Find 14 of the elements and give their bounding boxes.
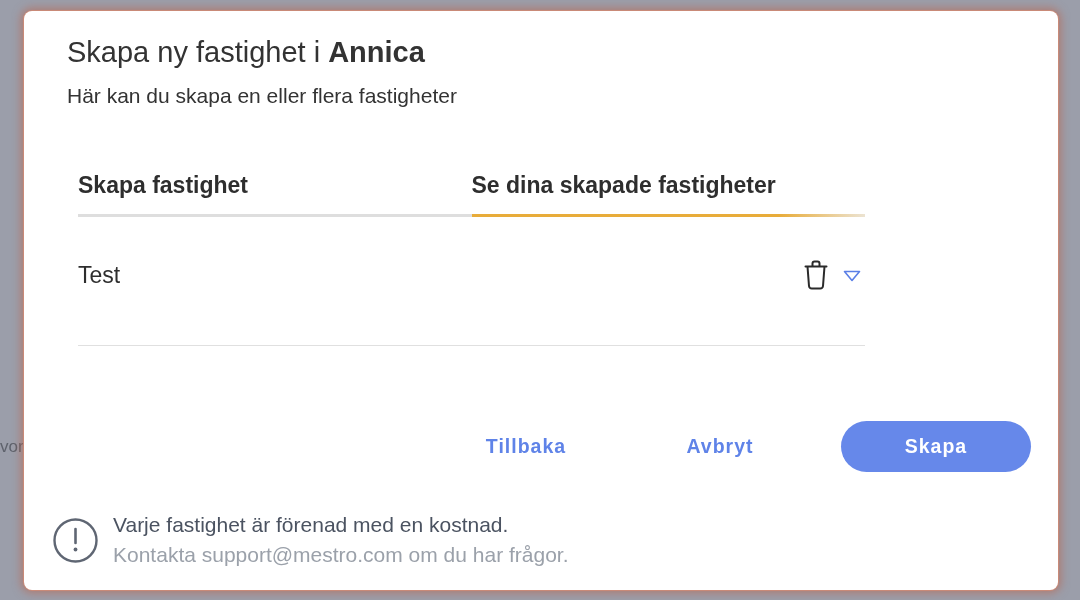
text-button[interactable]: Tillbaka — [429, 421, 623, 472]
text-button[interactable]: Avbryt — [623, 421, 817, 472]
notice-contact: Kontakta support@mestro.com om du har frågor. — [113, 542, 569, 568]
property-name: Test — [78, 261, 121, 290]
create-button[interactable]: Skapa — [841, 421, 1031, 472]
tab[interactable]: Se dina skapade fastigheter — [471, 170, 865, 217]
trash-icon[interactable] — [804, 260, 828, 290]
dialog-subtitle: Här kan du skapa en eller flera fastigheter — [67, 83, 458, 109]
exclamation-circle-icon — [53, 517, 98, 563]
caret-icon[interactable] — [843, 269, 861, 282]
background-text: vor — [0, 436, 24, 458]
dialog-title: Skapa ny fastighet i Annica — [67, 35, 426, 69]
notice-message: Varje fastighet är förenad med en kostnad. — [113, 512, 510, 538]
tab[interactable]: Skapa fastighet — [78, 170, 472, 217]
